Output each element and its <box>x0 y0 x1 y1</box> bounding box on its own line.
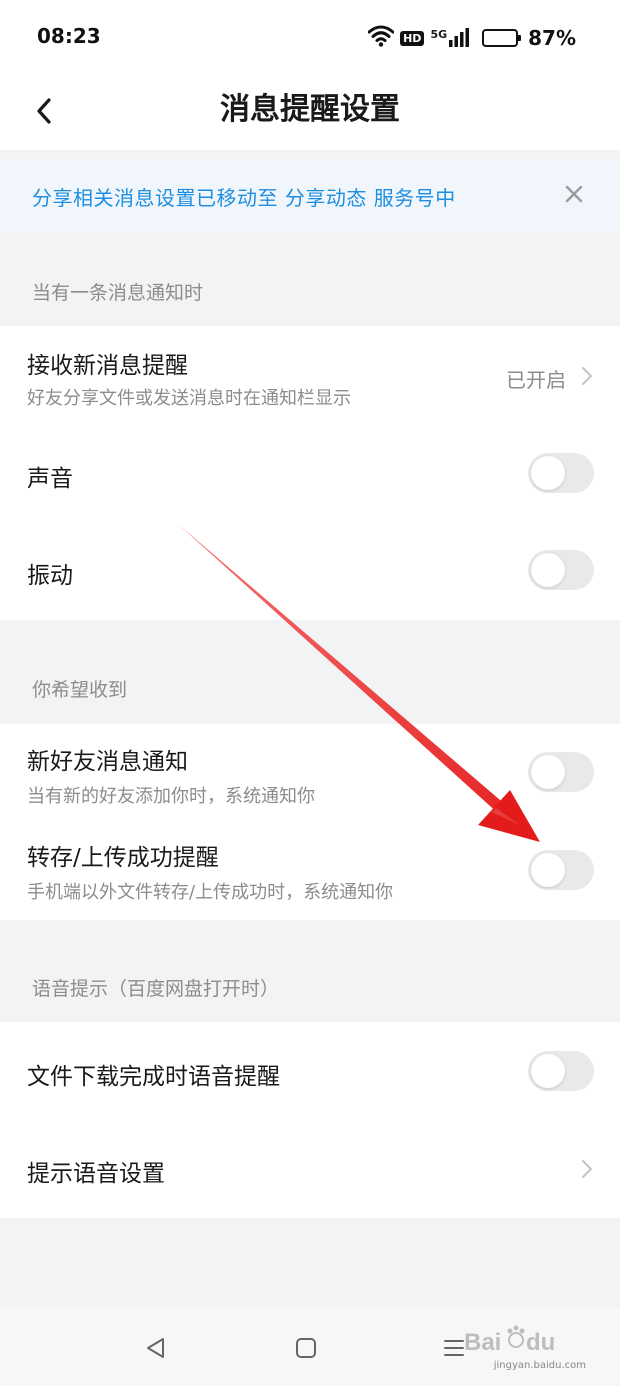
download-voice-toggle[interactable] <box>528 1051 594 1091</box>
status-bar: 08:23 HD 5G 87% <box>0 0 620 76</box>
settings-card-receive: 新好友消息通知 当有新的好友添加你时，系统通知你 转存/上传成功提醒 手机端以外… <box>0 724 620 920</box>
settings-card-voice: 文件下载完成时语音提醒 提示语音设置 <box>0 1022 620 1218</box>
chevron-right-icon <box>580 364 594 388</box>
watermark-url: jingyan.baidu.com <box>493 1360 586 1371</box>
row-title: 振动 <box>27 563 73 589</box>
section-header-receive: 你希望收到 <box>32 679 128 701</box>
setting-row-voice-settings[interactable]: 提示语音设置 <box>0 1120 620 1218</box>
svg-text:Bai: Bai <box>464 1329 501 1356</box>
section-header-message: 当有一条消息通知时 <box>32 282 204 304</box>
setting-row-sound: 声音 <box>0 426 620 523</box>
notice-text[interactable]: 分享相关消息设置已移动至 分享动态 服务号中 <box>32 182 456 211</box>
row-title: 接收新消息提醒 <box>27 353 188 379</box>
row-subtitle: 手机端以外文件转存/上传成功时，系统通知你 <box>27 882 394 903</box>
notice-bar: 分享相关消息设置已移动至 分享动态 服务号中 <box>0 160 620 232</box>
row-title: 声音 <box>27 466 73 492</box>
setting-row-upload: 转存/上传成功提醒 手机端以外文件转存/上传成功时，系统通知你 <box>0 822 620 920</box>
svg-text:du: du <box>526 1329 555 1356</box>
page-title: 消息提醒设置 <box>220 92 400 127</box>
setting-row-receive[interactable]: 接收新消息提醒 好友分享文件或发送消息时在通知栏显示 已开启 <box>0 326 620 426</box>
section-header-voice: 语音提示（百度网盘打开时） <box>32 978 280 1000</box>
settings-card-message: 接收新消息提醒 好友分享文件或发送消息时在通知栏显示 已开启 声音 振动 <box>0 326 620 620</box>
battery-percent: 87% <box>528 26 576 50</box>
sound-toggle[interactable] <box>528 453 594 493</box>
chevron-right-icon <box>580 1157 594 1181</box>
wifi-icon <box>367 25 395 51</box>
back-triangle-icon[interactable] <box>138 1330 174 1366</box>
row-title: 提示语音设置 <box>27 1161 165 1187</box>
vibrate-toggle[interactable] <box>528 550 594 590</box>
home-square-icon[interactable] <box>288 1330 324 1366</box>
row-title: 转存/上传成功提醒 <box>27 845 219 871</box>
close-icon[interactable] <box>558 178 590 210</box>
hd-icon: HD <box>400 30 425 46</box>
setting-row-new-friend: 新好友消息通知 当有新的好友添加你时，系统通知你 <box>0 724 620 822</box>
row-subtitle: 当有新的好友添加你时，系统通知你 <box>27 786 315 807</box>
setting-row-vibrate: 振动 <box>0 523 620 620</box>
network-label: 5G <box>430 28 448 41</box>
new-friend-toggle[interactable] <box>528 752 594 792</box>
status-value: 已开启 <box>506 368 566 392</box>
header: 消息提醒设置 <box>0 76 620 150</box>
row-title: 新好友消息通知 <box>27 749 188 775</box>
row-subtitle: 好友分享文件或发送消息时在通知栏显示 <box>27 388 351 409</box>
status-icons: HD 5G 87% <box>367 24 576 52</box>
status-time: 08:23 <box>37 24 101 48</box>
battery-icon <box>482 29 522 47</box>
row-title: 文件下载完成时语音提醒 <box>27 1064 280 1090</box>
setting-row-download-voice: 文件下载完成时语音提醒 <box>0 1022 620 1120</box>
upload-success-toggle[interactable] <box>528 850 594 890</box>
signal-5g-icon: 5G <box>430 28 470 48</box>
